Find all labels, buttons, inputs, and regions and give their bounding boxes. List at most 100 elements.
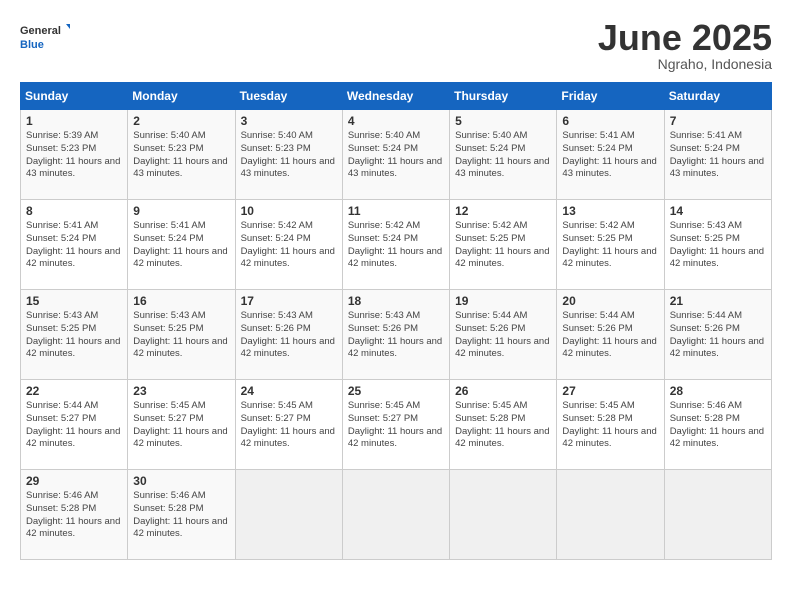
day-number: 10 (241, 204, 337, 218)
day-number: 13 (562, 204, 658, 218)
calendar-cell (664, 470, 771, 560)
day-number: 2 (133, 114, 229, 128)
day-number: 5 (455, 114, 551, 128)
day-number: 24 (241, 384, 337, 398)
calendar-cell: 14Sunrise: 5:43 AMSunset: 5:25 PMDayligh… (664, 200, 771, 290)
calendar-cell: 15Sunrise: 5:43 AMSunset: 5:25 PMDayligh… (21, 290, 128, 380)
day-info: Sunrise: 5:41 AMSunset: 5:24 PMDaylight:… (670, 130, 766, 181)
calendar-cell: 19 Sunrise: 5:44 AMSunset: 5:26 PMDayligh… (450, 290, 557, 380)
logo: General Blue (20, 20, 70, 56)
day-number: 4 (348, 114, 444, 128)
day-info: Sunrise: 5:42 AMSunset: 5:24 PMDaylight:… (241, 220, 337, 271)
week-row-2: 8Sunrise: 5:41 AMSunset: 5:24 PMDaylight… (21, 200, 772, 290)
day-info: Sunrise: 5:43 AMSunset: 5:26 PMDaylight:… (241, 310, 337, 361)
day-info: Sunrise: 5:46 AMSunset: 5:28 PMDaylight:… (26, 490, 122, 541)
weekday-friday: Friday (557, 83, 664, 110)
day-info: Sunrise: 5:43 AMSunset: 5:25 PMDaylight:… (26, 310, 122, 361)
title-area: June 2025 Ngraho, Indonesia (598, 20, 772, 72)
calendar-cell (450, 470, 557, 560)
day-info: Sunrise: 5:40 AMSunset: 5:23 PMDaylight:… (133, 130, 229, 181)
day-info: Sunrise: 5:45 AMSunset: 5:27 PMDaylight:… (348, 400, 444, 451)
calendar-cell: 28Sunrise: 5:46 AMSunset: 5:28 PMDayligh… (664, 380, 771, 470)
day-info: Sunrise: 5:42 AMSunset: 5:24 PMDaylight:… (348, 220, 444, 271)
day-number: 20 (562, 294, 658, 308)
day-info: Sunrise: 5:39 AMSunset: 5:23 PMDaylight:… (26, 130, 122, 181)
day-info: Sunrise: 5:45 AMSunset: 5:27 PMDaylight:… (133, 400, 229, 451)
month-title: June 2025 (598, 20, 772, 56)
day-number: 29 (26, 474, 122, 488)
day-info: Sunrise: 5:45 AMSunset: 5:27 PMDaylight:… (241, 400, 337, 451)
day-info: Sunrise: 5:45 AMSunset: 5:28 PMDaylight:… (455, 400, 551, 451)
week-row-3: 15Sunrise: 5:43 AMSunset: 5:25 PMDayligh… (21, 290, 772, 380)
day-number: 17 (241, 294, 337, 308)
calendar-cell: 22 Sunrise: 5:44 AMSunset: 5:27 PMDayligh… (21, 380, 128, 470)
day-number: 30 (133, 474, 229, 488)
day-info: Sunrise: 5:44 AMSunset: 5:27 PMDaylight:… (26, 400, 122, 451)
svg-text:General: General (20, 25, 61, 37)
day-info: Sunrise: 5:42 AMSunset: 5:25 PMDaylight:… (562, 220, 658, 271)
calendar-cell (557, 470, 664, 560)
day-number: 27 (562, 384, 658, 398)
calendar-cell: 3 Sunrise: 5:40 AMSunset: 5:23 PMDaylight… (235, 110, 342, 200)
calendar-cell (235, 470, 342, 560)
week-row-1: 1 Sunrise: 5:39 AMSunset: 5:23 PMDaylight… (21, 110, 772, 200)
weekday-tuesday: Tuesday (235, 83, 342, 110)
day-info: Sunrise: 5:42 AMSunset: 5:25 PMDaylight:… (455, 220, 551, 271)
weekday-header-row: SundayMondayTuesdayWednesdayThursdayFrid… (21, 83, 772, 110)
calendar-cell: 17 Sunrise: 5:43 AMSunset: 5:26 PMDayligh… (235, 290, 342, 380)
calendar-cell: 16 Sunrise: 5:43 AMSunset: 5:25 PMDayligh… (128, 290, 235, 380)
day-number: 19 (455, 294, 551, 308)
day-info: Sunrise: 5:46 AMSunset: 5:28 PMDaylight:… (133, 490, 229, 541)
calendar-cell: 21 Sunrise: 5:44 AMSunset: 5:26 PMDayligh… (664, 290, 771, 380)
calendar-cell: 24 Sunrise: 5:45 AMSunset: 5:27 PMDayligh… (235, 380, 342, 470)
day-info: Sunrise: 5:41 AMSunset: 5:24 PMDaylight:… (133, 220, 229, 271)
day-number: 18 (348, 294, 444, 308)
weekday-monday: Monday (128, 83, 235, 110)
day-info: Sunrise: 5:44 AMSunset: 5:26 PMDaylight:… (670, 310, 766, 361)
day-info: Sunrise: 5:41 AMSunset: 5:24 PMDaylight:… (562, 130, 658, 181)
calendar-cell: 12 Sunrise: 5:42 AMSunset: 5:25 PMDayligh… (450, 200, 557, 290)
calendar-cell: 11 Sunrise: 5:42 AMSunset: 5:24 PMDayligh… (342, 200, 449, 290)
week-row-4: 22 Sunrise: 5:44 AMSunset: 5:27 PMDayligh… (21, 380, 772, 470)
day-number: 16 (133, 294, 229, 308)
weekday-sunday: Sunday (21, 83, 128, 110)
calendar-cell: 25 Sunrise: 5:45 AMSunset: 5:27 PMDayligh… (342, 380, 449, 470)
calendar-cell: 9 Sunrise: 5:41 AMSunset: 5:24 PMDaylight… (128, 200, 235, 290)
calendar-cell: 29 Sunrise: 5:46 AMSunset: 5:28 PMDayligh… (21, 470, 128, 560)
day-number: 21 (670, 294, 766, 308)
calendar-cell: 13 Sunrise: 5:42 AMSunset: 5:25 PMDayligh… (557, 200, 664, 290)
weekday-saturday: Saturday (664, 83, 771, 110)
day-number: 7 (670, 114, 766, 128)
weekday-thursday: Thursday (450, 83, 557, 110)
day-number: 25 (348, 384, 444, 398)
calendar-cell: 6Sunrise: 5:41 AMSunset: 5:24 PMDaylight… (557, 110, 664, 200)
week-row-5: 29 Sunrise: 5:46 AMSunset: 5:28 PMDayligh… (21, 470, 772, 560)
day-number: 26 (455, 384, 551, 398)
calendar-cell (342, 470, 449, 560)
calendar-cell: 7 Sunrise: 5:41 AMSunset: 5:24 PMDaylight… (664, 110, 771, 200)
calendar-cell: 4Sunrise: 5:40 AMSunset: 5:24 PMDaylight… (342, 110, 449, 200)
day-info: Sunrise: 5:43 AMSunset: 5:25 PMDaylight:… (670, 220, 766, 271)
day-number: 11 (348, 204, 444, 218)
day-number: 22 (26, 384, 122, 398)
day-number: 1 (26, 114, 122, 128)
calendar-cell: 27Sunrise: 5:45 AMSunset: 5:28 PMDayligh… (557, 380, 664, 470)
calendar-cell: 26 Sunrise: 5:45 AMSunset: 5:28 PMDayligh… (450, 380, 557, 470)
logo-svg: General Blue (20, 20, 70, 56)
calendar-cell: 5 Sunrise: 5:40 AMSunset: 5:24 PMDaylight… (450, 110, 557, 200)
day-info: Sunrise: 5:40 AMSunset: 5:24 PMDaylight:… (455, 130, 551, 181)
calendar-cell: 23 Sunrise: 5:45 AMSunset: 5:27 PMDayligh… (128, 380, 235, 470)
day-number: 23 (133, 384, 229, 398)
day-number: 3 (241, 114, 337, 128)
day-number: 12 (455, 204, 551, 218)
day-info: Sunrise: 5:43 AMSunset: 5:25 PMDaylight:… (133, 310, 229, 361)
day-info: Sunrise: 5:41 AMSunset: 5:24 PMDaylight:… (26, 220, 122, 271)
svg-text:Blue: Blue (20, 39, 44, 51)
calendar-table: SundayMondayTuesdayWednesdayThursdayFrid… (20, 82, 772, 560)
calendar-cell: 18Sunrise: 5:43 AMSunset: 5:26 PMDayligh… (342, 290, 449, 380)
calendar-cell: 20Sunrise: 5:44 AMSunset: 5:26 PMDayligh… (557, 290, 664, 380)
day-info: Sunrise: 5:44 AMSunset: 5:26 PMDaylight:… (455, 310, 551, 361)
day-number: 9 (133, 204, 229, 218)
day-info: Sunrise: 5:40 AMSunset: 5:23 PMDaylight:… (241, 130, 337, 181)
calendar-cell: 2 Sunrise: 5:40 AMSunset: 5:23 PMDaylight… (128, 110, 235, 200)
